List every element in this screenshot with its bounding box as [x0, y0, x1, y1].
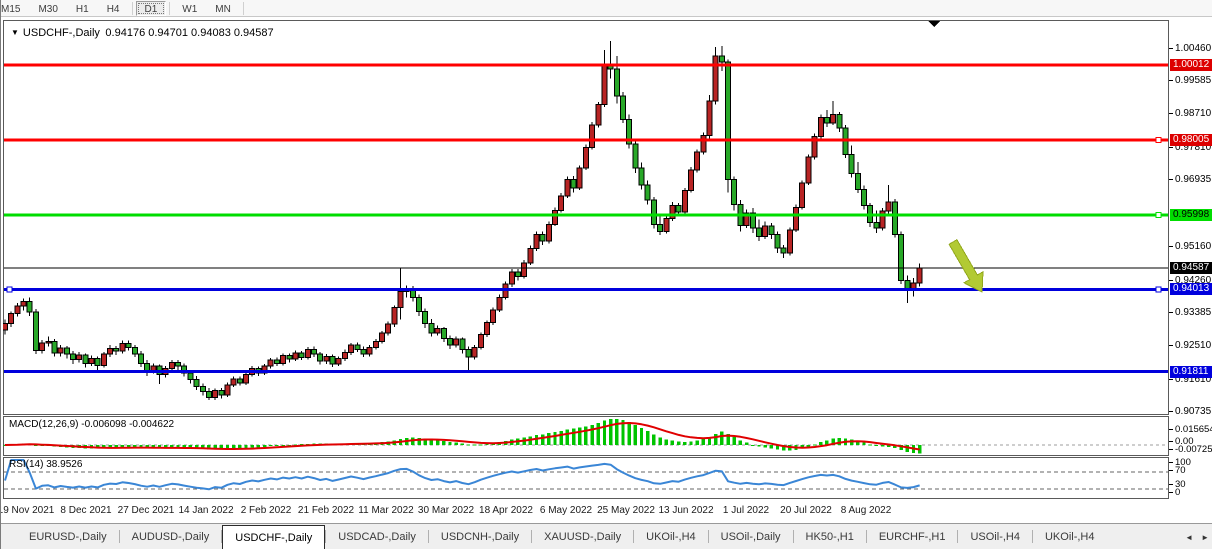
chart-tab-usoil-h4[interactable]: USOil-,H4	[958, 524, 1032, 549]
chart-tab-audusd-daily[interactable]: AUDUSD-,Daily	[120, 524, 222, 549]
timeframe-toolbar: M15M30H1H4 D1 W1MN	[1, 0, 1212, 17]
date-label: 14 Jan 2022	[178, 505, 233, 516]
price-badge-1.00012: 1.00012	[1170, 59, 1212, 71]
mt4-chart-window: M15M30H1H4 D1 W1MN ▼ USDCHF-,Daily 0.94176 …	[0, 0, 1212, 549]
price-badge-0.95998: 0.95998	[1170, 209, 1212, 221]
rsi-axis-tick: 0	[1169, 487, 1180, 497]
chart-tab-usdchf-daily[interactable]: USDCHF-,Daily	[222, 525, 325, 549]
rsi-axis-tick: 70	[1169, 465, 1186, 475]
chart-tab-usdcnh-daily[interactable]: USDCNH-,Daily	[429, 524, 531, 549]
date-label: 13 Jun 2022	[658, 505, 713, 516]
y-axis-tick: 0.95160	[1169, 241, 1211, 252]
macd-axis-tick: 0.015654	[1169, 424, 1212, 434]
timeframe-button-m15[interactable]: M15	[1, 1, 29, 16]
toolbar-separator	[243, 2, 244, 15]
y-axis-tick: 1.00460	[1169, 43, 1211, 54]
date-label: 27 Dec 2021	[118, 505, 175, 516]
date-label: 18 Apr 2022	[479, 505, 533, 516]
y-axis-tick: 0.96935	[1169, 174, 1211, 185]
y-axis-tick: 0.98710	[1169, 108, 1211, 119]
y-axis-tick: 0.93385	[1169, 307, 1211, 318]
price-badge-0.98005: 0.98005	[1170, 134, 1212, 146]
hline-handle[interactable]	[7, 287, 12, 292]
date-label: 2 Feb 2022	[241, 505, 292, 516]
date-label: 8 Dec 2021	[60, 505, 111, 516]
chart-tab-eurchf-h1[interactable]: EURCHF-,H1	[867, 524, 958, 549]
toolbar-separator	[169, 2, 170, 15]
macd-axis-tick: -0.007259	[1169, 444, 1212, 454]
price-badge-0.94013: 0.94013	[1170, 283, 1212, 295]
chart-tab-xauusd-daily[interactable]: XAUUSD-,Daily	[532, 524, 633, 549]
macd-label: MACD(12,26,9) -0.006098 -0.004622	[9, 419, 174, 430]
chart-tab-usdcad-daily[interactable]: USDCAD-,Daily	[326, 524, 428, 549]
date-label: 21 Feb 2022	[298, 505, 354, 516]
chart-title: ▼ USDCHF-,Daily 0.94176 0.94701 0.94083 0…	[11, 27, 274, 39]
chart-tab-ukoil-h4[interactable]: UKOil-,H4	[634, 524, 708, 549]
hline-handle[interactable]	[1156, 287, 1161, 292]
price-axis[interactable]: 1.004600.995850.987100.978100.969350.951…	[1169, 17, 1212, 499]
y-axis-tick: 0.92510	[1169, 340, 1211, 351]
y-axis-tick: 0.99585	[1169, 75, 1211, 86]
price-badge-0.94587: 0.94587	[1170, 262, 1212, 274]
macd-indicator-pane[interactable]	[3, 416, 1169, 456]
timeframe-button-h4[interactable]: H4	[98, 1, 129, 16]
price-chart-pane[interactable]	[3, 20, 1169, 415]
hline-handle[interactable]	[1156, 137, 1161, 142]
date-label: 19 Nov 2021	[0, 505, 54, 516]
date-label: 30 Mar 2022	[418, 505, 474, 516]
timeframe-button-mn[interactable]: MN	[206, 1, 240, 16]
date-label: 11 Mar 2022	[358, 505, 413, 516]
date-label: 20 Jul 2022	[780, 505, 832, 516]
date-label: 25 May 2022	[597, 505, 655, 516]
timeframe-button-h1[interactable]: H1	[67, 1, 98, 16]
tab-scroll-right-icon[interactable]: ►	[1201, 533, 1209, 542]
y-axis-tick: 0.90735	[1169, 406, 1211, 417]
chart-tab-usoil-daily[interactable]: USOil-,Daily	[709, 524, 793, 549]
rsi-label: RSI(14) 38.9526	[9, 459, 82, 470]
chart-title-symbol: USDCHF-,Daily	[23, 27, 100, 39]
hline-handle[interactable]	[1156, 212, 1161, 217]
tab-scroll-left-icon[interactable]: ◄	[1185, 533, 1193, 542]
price-badge-0.91811: 0.91811	[1170, 366, 1212, 378]
symbol-tab-bar: EURUSD-,DailyAUDUSD-,DailyUSDCHF-,DailyU…	[1, 523, 1212, 549]
timeframe-button-w1[interactable]: W1	[173, 1, 206, 16]
chart-tab-hk50-h1[interactable]: HK50-,H1	[794, 524, 866, 549]
date-axis[interactable]: 19 Nov 2021 8 Dec 2021 27 Dec 202114 Jan 2…	[3, 499, 1169, 523]
timeframe-button-m30[interactable]: M30	[29, 1, 66, 16]
chart-tab-ukoil-h4[interactable]: UKOil-,H4	[1033, 524, 1107, 549]
date-label: 6 May 2022	[540, 505, 592, 516]
chart-tab-eurusd-daily[interactable]: EURUSD-,Daily	[17, 524, 119, 549]
rsi-indicator-pane[interactable]	[3, 457, 1169, 499]
toolbar-separator	[132, 2, 133, 15]
chart-menu-triangle-icon[interactable]: ▼	[11, 28, 19, 37]
chart-title-ohlc: 0.94176 0.94701 0.94083 0.94587	[105, 27, 273, 39]
date-label: 1 Jul 2022	[723, 505, 769, 516]
date-label: 8 Aug 2022	[841, 505, 892, 516]
timeframe-button-d1[interactable]: D1	[136, 1, 167, 16]
